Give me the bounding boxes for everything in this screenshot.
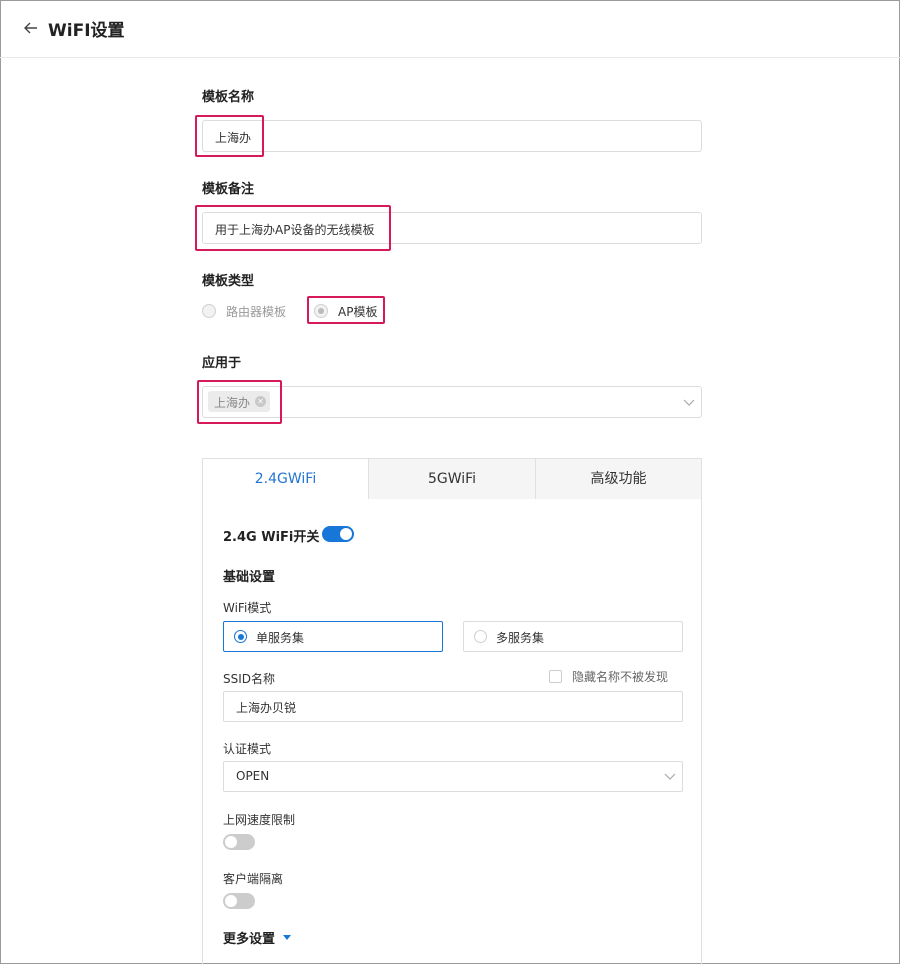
page-title: WiFI设置 — [48, 21, 125, 41]
caret-down-icon[interactable] — [283, 935, 291, 940]
wifi-settings-panel: 2.4GWiFi 5GWiFi 高级功能 2.4G WiFi开关 基础设置 Wi… — [202, 458, 702, 964]
ssid-input[interactable]: 上海办贝锐 — [223, 691, 683, 722]
multi-ssid-option[interactable]: 多服务集 — [463, 621, 683, 652]
tab-5g-wifi[interactable]: 5GWiFi — [369, 459, 536, 499]
ssid-value: 上海办贝锐 — [236, 701, 297, 715]
router-template-label: 路由器模板 — [226, 305, 287, 319]
wifi-switch-label: 2.4G WiFi开关 — [223, 530, 320, 545]
tab-24g-wifi[interactable]: 2.4GWiFi — [203, 459, 369, 499]
auth-mode-select[interactable]: OPEN — [223, 761, 683, 792]
chevron-down-icon — [664, 773, 676, 780]
apply-to-label: 应用于 — [202, 356, 242, 371]
page-header: WiFI设置 — [0, 0, 900, 58]
single-ssid-radio[interactable] — [234, 630, 247, 643]
template-note-label: 模板备注 — [202, 182, 255, 197]
multi-ssid-label: 多服务集 — [496, 631, 545, 645]
client-isolation-label: 客户端隔离 — [223, 872, 284, 886]
tab-advanced[interactable]: 高级功能 — [536, 459, 701, 499]
single-ssid-label: 单服务集 — [256, 631, 305, 645]
tab-bar: 2.4GWiFi 5GWiFi 高级功能 — [203, 459, 701, 499]
ssid-label: SSID名称 — [223, 672, 276, 686]
highlight-box — [195, 205, 391, 251]
chevron-down-icon — [683, 399, 695, 406]
auth-mode-label: 认证模式 — [223, 742, 272, 756]
auth-mode-value: OPEN — [236, 769, 270, 783]
speed-limit-label: 上网速度限制 — [223, 813, 296, 827]
hide-ssid-label: 隐藏名称不被发现 — [572, 670, 669, 684]
template-name-label: 模板名称 — [202, 90, 255, 105]
wifi-switch-toggle[interactable] — [322, 526, 354, 542]
template-type-label: 模板类型 — [202, 274, 255, 289]
speed-limit-toggle[interactable] — [223, 834, 255, 850]
client-isolation-toggle[interactable] — [223, 893, 255, 909]
highlight-box — [197, 380, 282, 424]
single-ssid-option[interactable]: 单服务集 — [223, 621, 443, 652]
template-name-input[interactable]: 上海办 — [202, 120, 702, 152]
wifi-mode-label: WiFi模式 — [223, 601, 272, 615]
highlight-box — [307, 296, 385, 324]
hide-ssid-checkbox[interactable] — [549, 670, 562, 683]
multi-ssid-radio[interactable] — [474, 630, 487, 643]
basic-settings-heading: 基础设置 — [223, 570, 276, 585]
more-settings-link[interactable]: 更多设置 — [223, 928, 275, 947]
router-template-radio[interactable] — [202, 304, 216, 318]
back-arrow-icon[interactable] — [22, 19, 40, 37]
highlight-box — [195, 115, 264, 157]
